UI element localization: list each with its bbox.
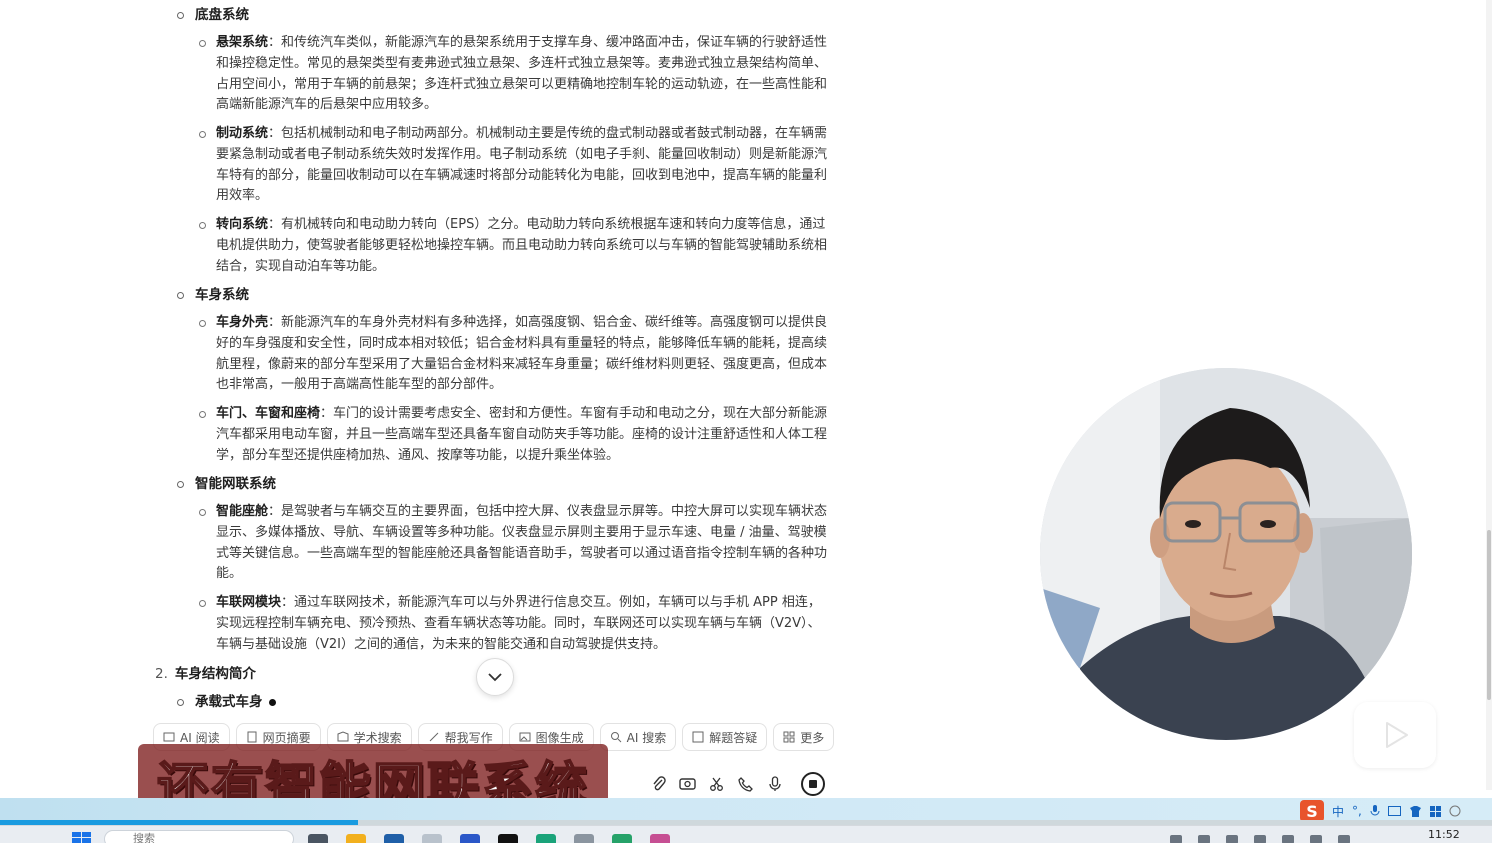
play-button[interactable] xyxy=(1354,702,1436,768)
settings-icon[interactable] xyxy=(1449,805,1461,817)
section-heading-body: 车身系统 xyxy=(177,286,249,304)
summary-icon xyxy=(247,731,257,743)
tray-icon[interactable] xyxy=(1170,835,1182,843)
chip-solve[interactable]: 解题答疑 xyxy=(682,723,768,751)
scrollbar-thumb[interactable] xyxy=(1487,530,1491,700)
tray-icon[interactable] xyxy=(1226,835,1238,843)
input-bar-band xyxy=(0,798,1492,820)
sogou-logo-icon: S xyxy=(1300,800,1324,822)
store-icon[interactable] xyxy=(384,834,404,843)
terminal-icon[interactable] xyxy=(612,834,632,843)
attach-icon[interactable] xyxy=(650,776,667,793)
more-icon xyxy=(783,731,795,743)
webcam-overlay xyxy=(1040,368,1412,740)
numbered-heading: 2. 车身结构简介 xyxy=(155,666,256,682)
mail-icon[interactable] xyxy=(460,834,480,843)
microphone-icon[interactable] xyxy=(1370,805,1380,817)
ime-toolbar[interactable]: S 中 °, xyxy=(1300,800,1461,822)
tray-icon[interactable] xyxy=(1338,835,1350,843)
academic-icon xyxy=(337,731,349,742)
list-item-brake: 制动系统：包括机械制动和电子制动两部分。机械制动主要是传统的盘式制动器或者鼓式制… xyxy=(199,124,832,207)
tray-icon[interactable] xyxy=(1254,835,1266,843)
list-item-steering: 转向系统：有机械转向和电动助力转向（EPS）之分。电动助力转向系统根据车速和转向… xyxy=(199,215,832,277)
screenshot-icon[interactable] xyxy=(679,776,696,793)
document-content: 底盘系统 悬架系统：和传统汽车类似，新能源汽车的悬架系统用于支撑车身、缓冲路面冲… xyxy=(0,0,860,720)
image-gen-icon xyxy=(519,732,531,742)
write-icon xyxy=(429,732,438,742)
phone-icon[interactable] xyxy=(737,776,754,793)
stop-icon xyxy=(809,780,817,788)
keyboard-icon[interactable] xyxy=(1387,806,1401,816)
microphone-icon[interactable] xyxy=(766,776,783,793)
solve-icon xyxy=(692,731,704,743)
chip-more[interactable]: 更多 xyxy=(773,723,835,751)
system-tray xyxy=(1170,835,1350,843)
scissors-icon[interactable] xyxy=(708,776,725,793)
vertical-scrollbar[interactable] xyxy=(1486,0,1492,790)
tray-icon[interactable] xyxy=(1310,835,1322,843)
tray-icon[interactable] xyxy=(1198,835,1210,843)
taskview-icon[interactable] xyxy=(308,834,328,843)
photos-icon[interactable] xyxy=(650,834,670,843)
user-app-icon[interactable] xyxy=(574,834,594,843)
toolbox-icon[interactable] xyxy=(1429,805,1441,817)
chip-ai-search[interactable]: AI 搜索 xyxy=(599,723,677,751)
play-icon xyxy=(1386,722,1408,748)
taskbar-clock[interactable]: 11:52 xyxy=(1428,828,1460,841)
list-item-suspension: 悬架系统：和传统汽车类似，新能源汽车的悬架系统用于支撑车身、缓冲路面冲击，保证车… xyxy=(199,33,832,116)
section-heading-chassis: 底盘系统 xyxy=(177,6,249,24)
ime-punct[interactable]: °, xyxy=(1352,804,1362,818)
edge-icon[interactable] xyxy=(536,834,556,843)
list-item-telematics: 车联网模块：通过车联网技术，新能源汽车可以与外界进行信息交互。例如，车辆可以与手… xyxy=(199,593,832,655)
media-icon[interactable] xyxy=(498,834,518,843)
ai-search-icon xyxy=(610,732,621,743)
typing-cursor-icon xyxy=(268,698,276,706)
list-item-body-shell: 车身外壳：新能源汽车的车身外壳材料有多种选择，如高强度钢、铝合金、碳纤维等。高强… xyxy=(199,313,832,396)
file-explorer-icon[interactable] xyxy=(346,834,366,843)
taskbar-apps xyxy=(308,834,670,843)
ime-mode[interactable]: 中 xyxy=(1332,803,1344,820)
stop-button[interactable] xyxy=(801,772,825,796)
sub-heading: 承载式车身 xyxy=(177,692,276,712)
presenter-image xyxy=(1040,368,1412,740)
list-item-cockpit: 智能座舱：是驾驶者与车辆交互的主要界面，包括中控大屏、仪表盘显示屏等。中控大屏可… xyxy=(199,502,832,585)
list-item-doors-seats: 车门、车窗和座椅：车门的设计需要考虑安全、密封和方便性。车窗有手动和电动之分，现… xyxy=(199,404,832,466)
tray-icon[interactable] xyxy=(1282,835,1294,843)
chevron-down-icon xyxy=(488,672,502,681)
ai-read-icon xyxy=(163,732,175,742)
section-heading-connected: 智能网联系统 xyxy=(177,475,276,493)
skin-icon[interactable] xyxy=(1409,805,1422,817)
input-actions xyxy=(650,768,825,800)
scroll-down-button[interactable] xyxy=(476,658,514,696)
windows-start-icon[interactable] xyxy=(72,832,92,843)
app-icon[interactable] xyxy=(422,834,442,843)
taskbar: 搜索 11:52 xyxy=(0,825,1492,843)
taskbar-search[interactable]: 搜索 xyxy=(104,830,294,843)
